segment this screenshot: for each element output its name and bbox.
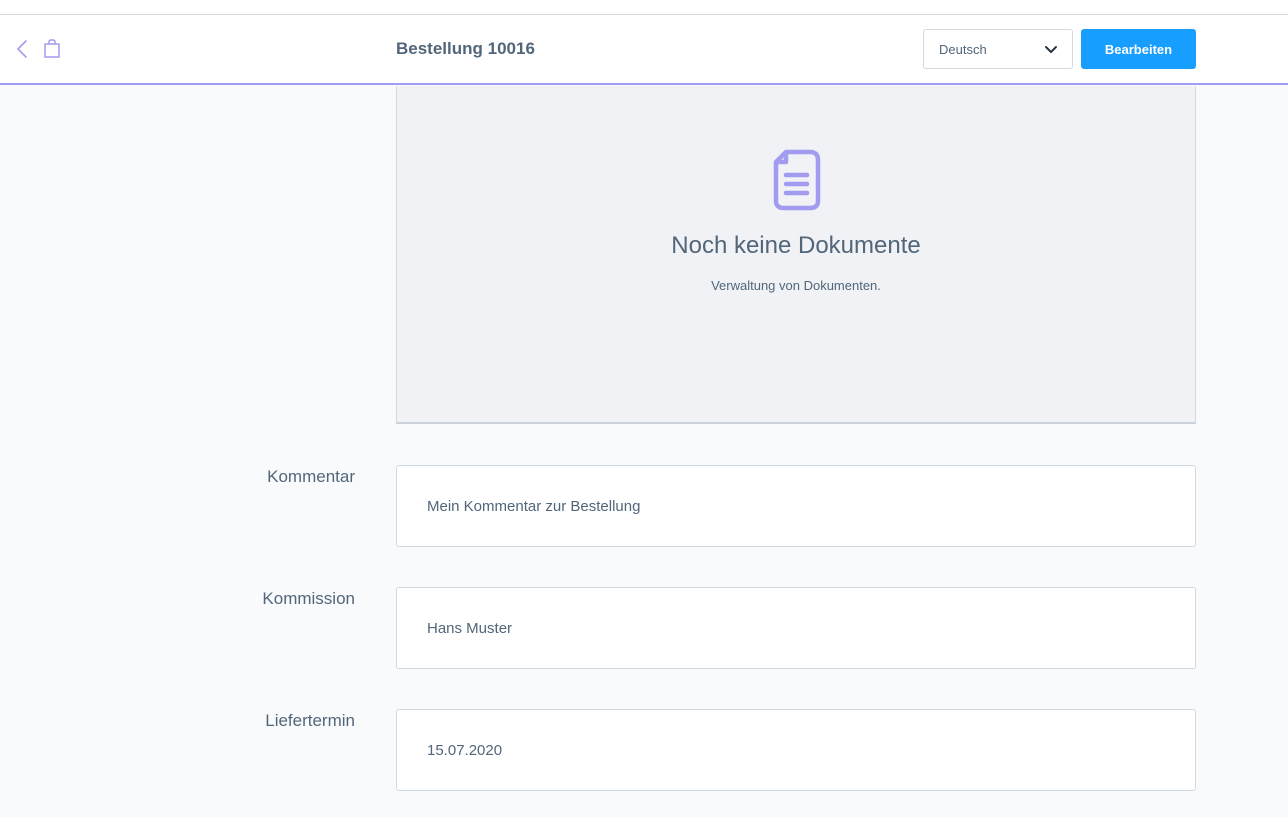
commission-value: Hans Muster: [427, 620, 512, 637]
commission-field[interactable]: Hans Muster: [396, 587, 1196, 669]
page-title: Bestellung 10016: [396, 39, 535, 59]
delivery-date-value: 15.07.2020: [427, 742, 502, 759]
edit-button[interactable]: Bearbeiten: [1081, 29, 1196, 69]
comment-field[interactable]: Mein Kommentar zur Bestellung: [396, 465, 1196, 547]
language-select[interactable]: Deutsch: [923, 29, 1073, 69]
delivery-date-label: Liefertermin: [0, 711, 355, 731]
empty-state-subtitle: Verwaltung von Dokumenten.: [397, 278, 1195, 293]
documents-empty-state: Noch keine Dokumente Verwaltung von Doku…: [396, 86, 1196, 424]
page-header: Bestellung 10016 Deutsch Bearbeiten: [0, 15, 1288, 85]
delivery-date-field[interactable]: 15.07.2020: [396, 709, 1196, 791]
comment-label: Kommentar: [0, 467, 355, 487]
empty-state-title: Noch keine Dokumente: [397, 232, 1195, 260]
document-icon: [773, 149, 821, 211]
commission-label: Kommission: [0, 589, 355, 609]
chevron-left-icon[interactable]: [14, 39, 32, 59]
chevron-down-icon: [1044, 45, 1058, 55]
shopping-bag-icon: [42, 38, 62, 60]
browser-top-strip: [0, 0, 1288, 15]
comment-value: Mein Kommentar zur Bestellung: [427, 498, 640, 515]
language-select-value: Deutsch: [939, 42, 987, 57]
